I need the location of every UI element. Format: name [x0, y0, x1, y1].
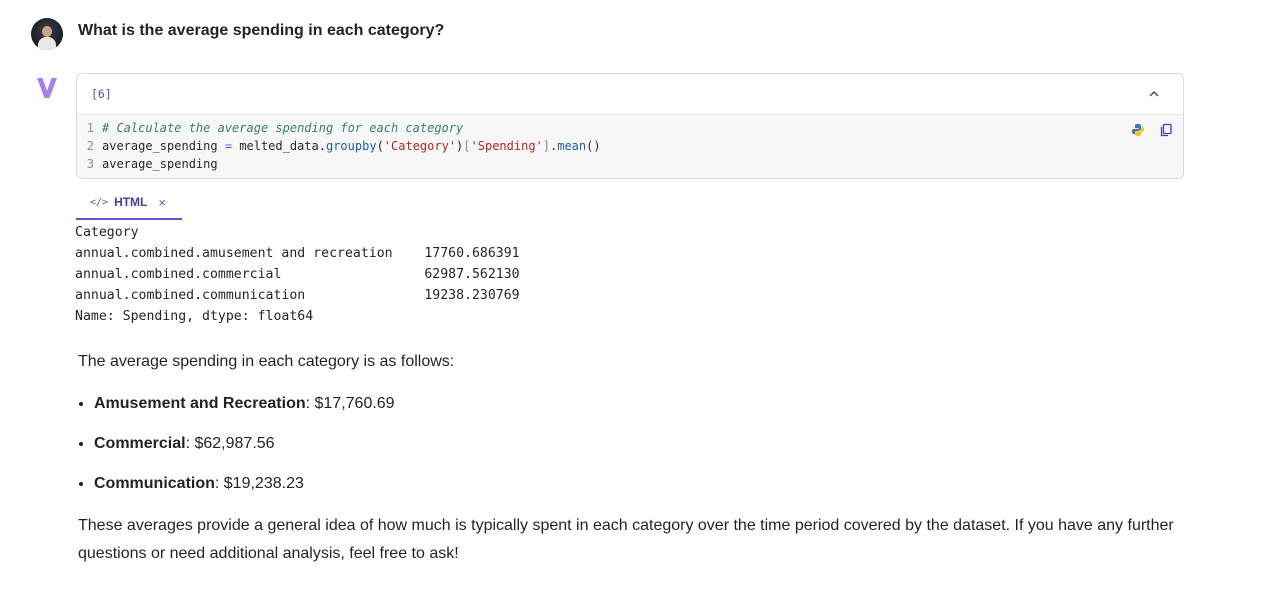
- python-icon[interactable]: [1131, 123, 1145, 137]
- collapse-chevron-up-icon[interactable]: [1147, 87, 1161, 101]
- code-object: melted_data.: [239, 139, 326, 153]
- code-punct: (): [586, 139, 601, 153]
- category-name: Communication: [94, 475, 215, 492]
- category-value: : $62,987.56: [185, 435, 275, 452]
- output-tab-label: HTML: [114, 195, 148, 209]
- avatar-face: [42, 26, 52, 37]
- answer-closing: These averages provide a general idea of…: [78, 517, 1174, 562]
- code-punct: ]: [542, 139, 550, 153]
- cell-header: [6]: [77, 74, 1183, 115]
- code-punct: [: [463, 139, 471, 153]
- code-line-3: 3 average_spending: [77, 155, 218, 173]
- line-number: 3: [86, 157, 94, 171]
- assistant-logo-icon: [37, 78, 57, 98]
- code-variable: average_spending: [102, 157, 218, 171]
- code-brackets-icon: </>: [90, 196, 109, 208]
- output-tab-html[interactable]: </> HTML ×: [76, 186, 182, 220]
- code-variable: average_spending: [102, 139, 218, 153]
- line-number: 2: [86, 139, 94, 153]
- close-icon[interactable]: ×: [158, 195, 166, 210]
- code-function: mean: [557, 139, 587, 153]
- category-value: : $17,760.69: [305, 395, 395, 412]
- list-item: Communication: $19,238.23: [94, 472, 1178, 496]
- category-name: Amusement and Recreation: [94, 395, 306, 412]
- avatar-shirt: [38, 37, 56, 50]
- code-line-1: 1 # Calculate the average spending for ea…: [77, 119, 463, 137]
- code-cell: [6] 1 # Calculate the average spending fo…: [76, 73, 1184, 179]
- code-actions: [1131, 123, 1173, 137]
- list-item: Commercial: $62,987.56: [94, 432, 1178, 456]
- code-string: 'Spending': [470, 139, 543, 153]
- execution-count: [6]: [91, 87, 112, 101]
- copy-icon[interactable]: [1159, 123, 1173, 137]
- answer-intro: The average spending in each category is…: [78, 353, 455, 370]
- code-function: groupby: [325, 139, 377, 153]
- list-item: Amusement and Recreation: $17,760.69: [94, 392, 1178, 416]
- cell-output: Category annual.combined.amusement and r…: [75, 225, 520, 324]
- code-punct: (: [376, 139, 384, 153]
- code-editor[interactable]: 1 # Calculate the average spending for ea…: [77, 115, 1183, 178]
- category-name: Commercial: [94, 435, 186, 452]
- user-avatar: [31, 18, 63, 50]
- code-operator: =: [217, 139, 240, 153]
- answer-list: Amusement and Recreation: $17,760.69 Com…: [78, 392, 1178, 496]
- code-line-2: 2 average_spending = melted_data.groupby(…: [77, 137, 601, 155]
- code-string: 'Category': [383, 139, 457, 153]
- user-question: What is the average spending in each cat…: [78, 22, 445, 39]
- assistant-answer: The average spending in each category is…: [78, 350, 1178, 568]
- code-comment: # Calculate the average spending for eac…: [102, 121, 464, 135]
- line-number: 1: [86, 121, 94, 135]
- category-value: : $19,238.23: [214, 475, 304, 492]
